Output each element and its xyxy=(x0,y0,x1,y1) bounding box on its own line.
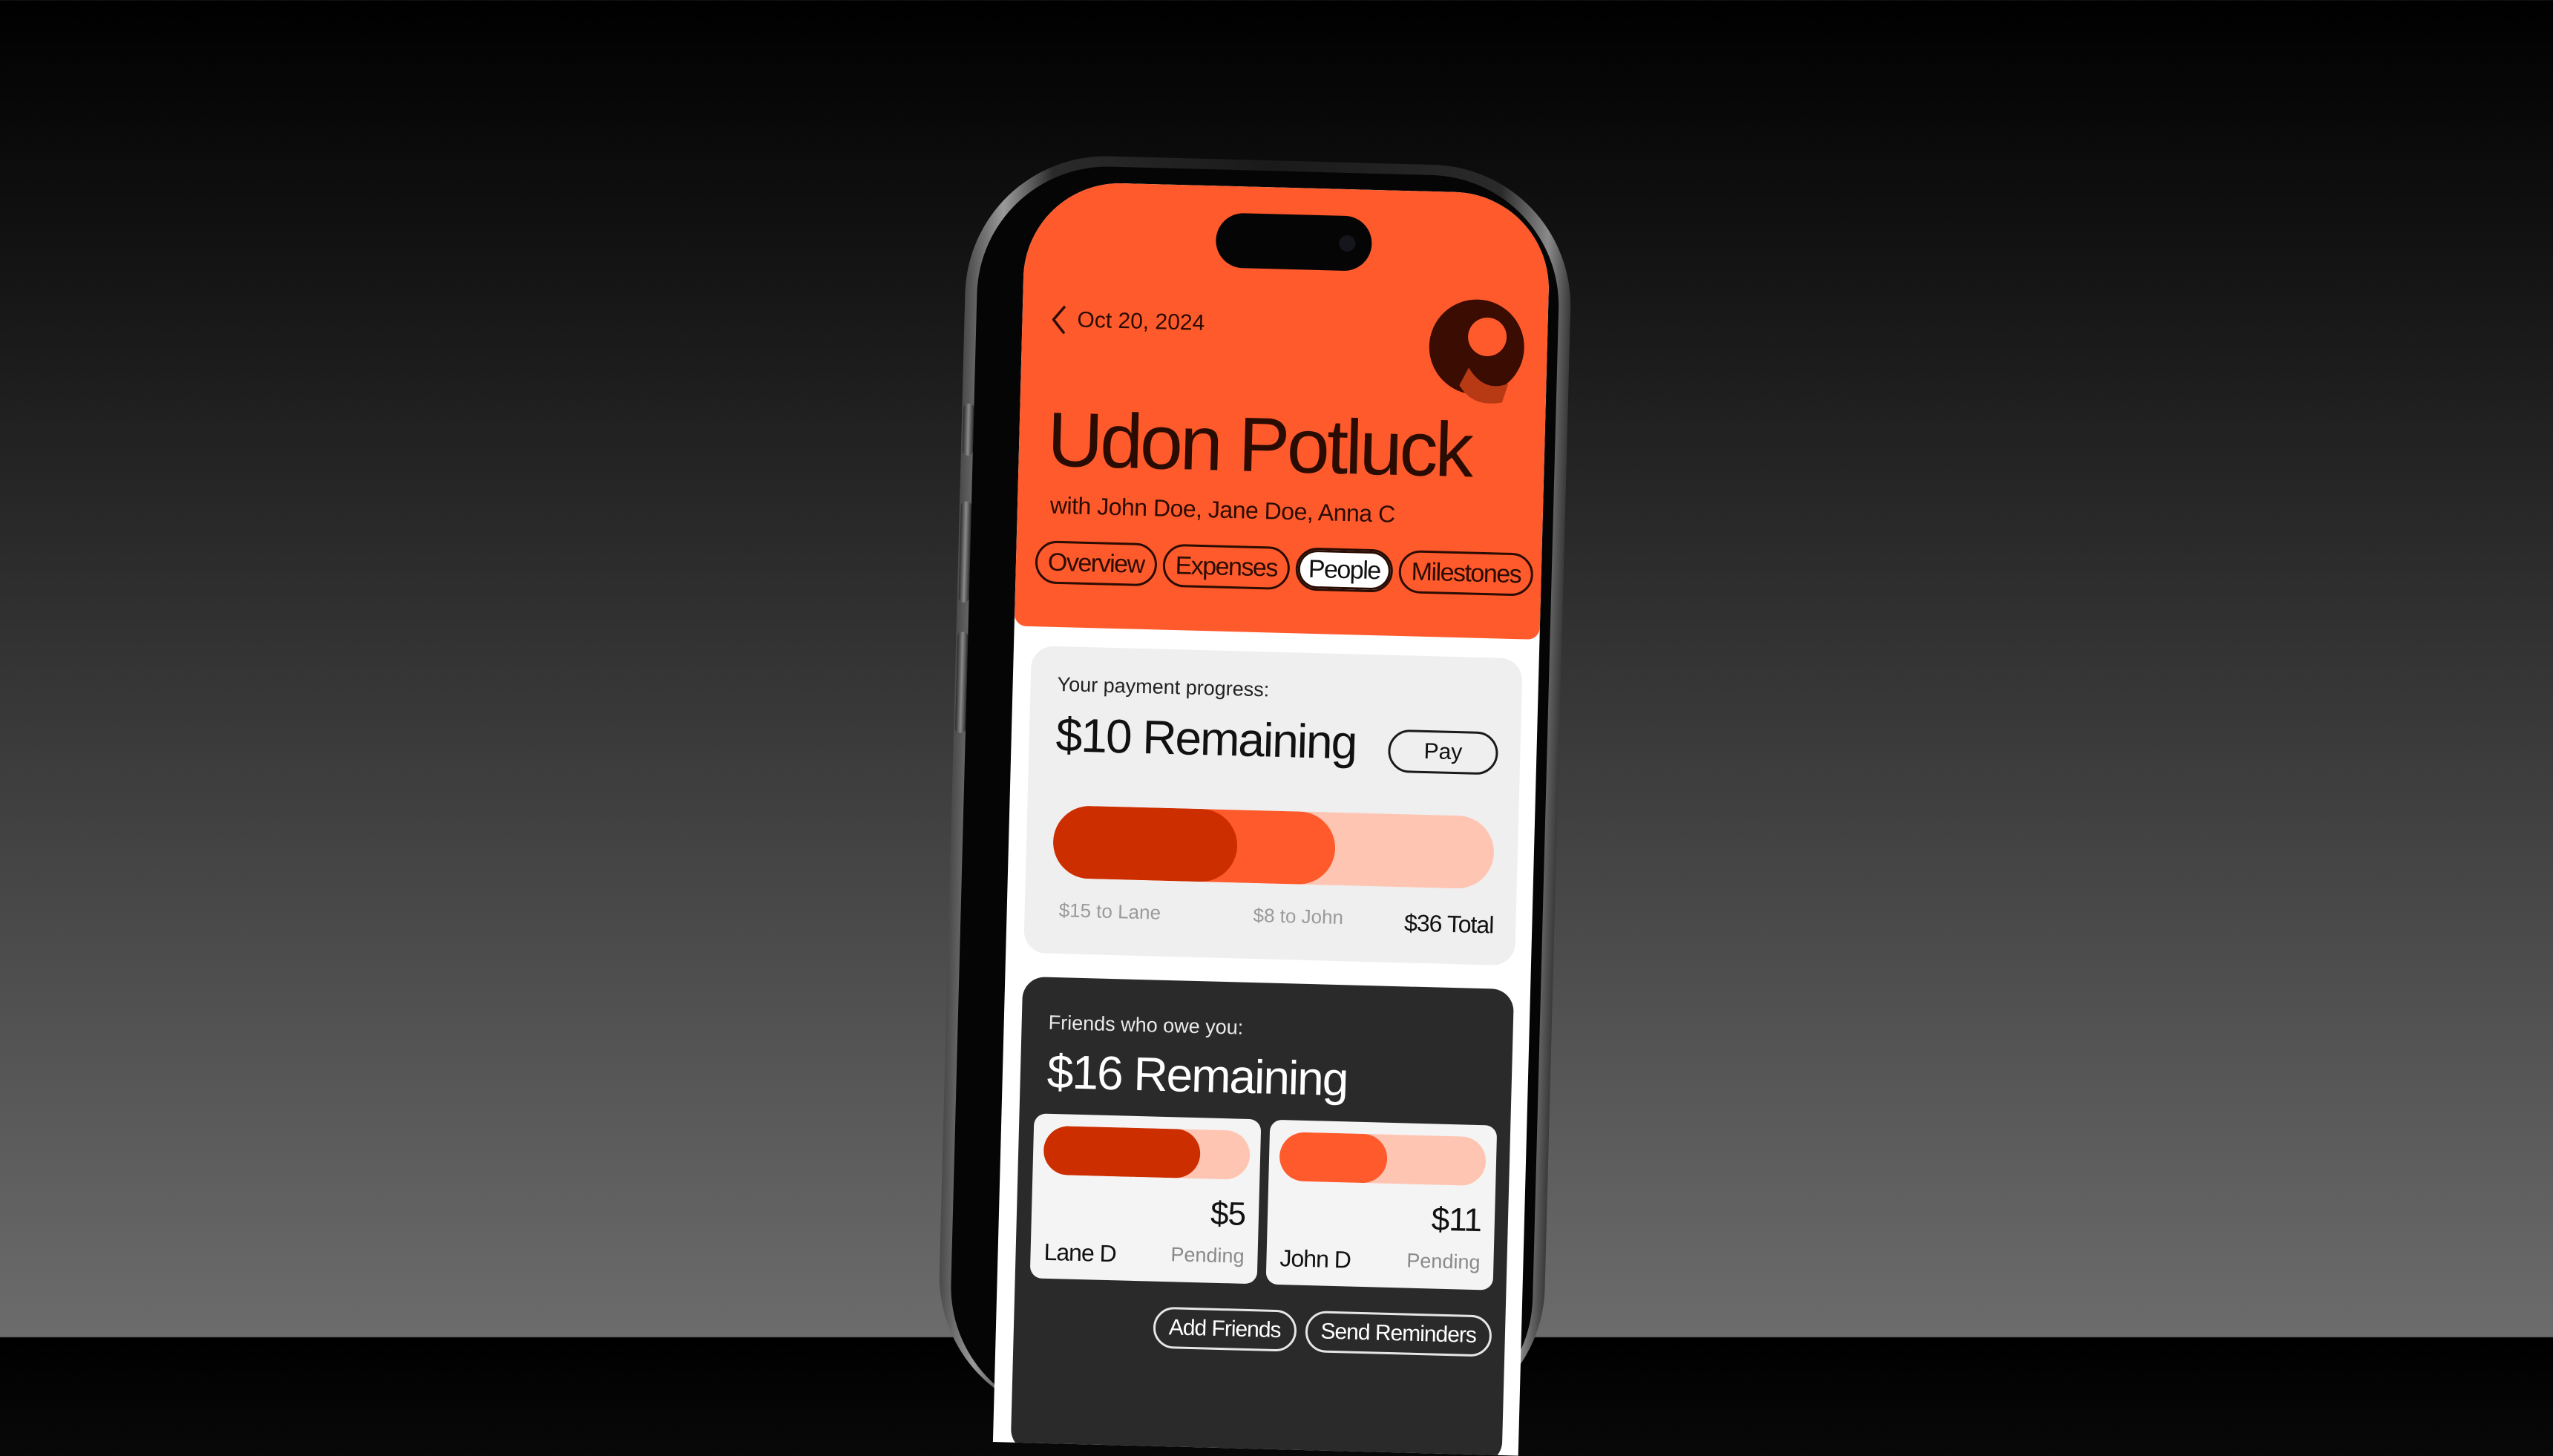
payment-remaining-amount: $10 Remaining xyxy=(1055,707,1357,770)
send-reminders-button[interactable]: Send Reminders xyxy=(1304,1311,1492,1357)
friend-card-john[interactable]: $11 John D Pending xyxy=(1265,1119,1498,1291)
progress-segment-lane xyxy=(1052,804,1238,883)
payment-progress-bar xyxy=(1052,804,1495,890)
add-friends-button[interactable]: Add Friends xyxy=(1153,1306,1297,1352)
participants-subtitle: with John Doe, Jane Doe, Anna C xyxy=(1049,491,1396,528)
event-date: Oct 20, 2024 xyxy=(1077,307,1205,335)
friend-progress-fill xyxy=(1279,1132,1388,1184)
friend-progress-fill xyxy=(1043,1125,1202,1179)
pay-button[interactable]: Pay xyxy=(1387,729,1499,775)
phone-screen: Oct 20, 2024 Udon Potluck with John Doe,… xyxy=(992,180,1552,1456)
payment-progress-card: Your payment progress: $10 Remaining Pay… xyxy=(1023,646,1523,966)
chevron-left-icon[interactable] xyxy=(1050,305,1067,335)
friend-status: Pending xyxy=(1170,1243,1245,1268)
back-button[interactable]: Oct 20, 2024 xyxy=(1050,305,1205,338)
friend-amount: $11 xyxy=(1431,1201,1482,1239)
friends-remaining-amount: $16 Remaining xyxy=(1046,1044,1348,1106)
tab-people[interactable]: People xyxy=(1295,547,1394,593)
friend-card-lane[interactable]: $5 Lane D Pending xyxy=(1029,1113,1262,1285)
friend-progress-bar xyxy=(1043,1125,1251,1180)
friend-status: Pending xyxy=(1406,1249,1481,1274)
app-logo-icon xyxy=(1425,289,1532,411)
friend-name: Lane D xyxy=(1043,1238,1117,1268)
segment-label-lane: $15 to Lane xyxy=(1058,899,1161,924)
phone-frame: Oct 20, 2024 Udon Potluck with John Doe,… xyxy=(935,152,1575,1456)
friend-name: John D xyxy=(1279,1245,1351,1273)
friends-owe-label: Friends who owe you: xyxy=(1048,1011,1244,1039)
tab-milestones[interactable]: Milestones xyxy=(1397,549,1534,597)
friend-actions: Add Friends Send Reminders xyxy=(1153,1306,1492,1357)
friend-amount: $5 xyxy=(1210,1195,1246,1233)
friend-progress-bar xyxy=(1279,1132,1487,1187)
friends-owe-card: Friends who owe you: $16 Remaining $5 La… xyxy=(1010,976,1515,1456)
dynamic-island xyxy=(1215,212,1373,272)
tab-bar: Overview Expenses People Milestones xyxy=(1035,540,1534,597)
page-title: Udon Potluck xyxy=(1046,396,1472,494)
segment-label-john: $8 to John xyxy=(1253,903,1344,929)
payment-progress-label: Your payment progress: xyxy=(1057,672,1270,701)
payment-total: $36 Total xyxy=(1403,909,1494,939)
event-header: Oct 20, 2024 Udon Potluck with John Doe,… xyxy=(1014,180,1552,640)
camera-icon xyxy=(1339,235,1356,252)
tab-expenses[interactable]: Expenses xyxy=(1161,543,1291,591)
tab-overview[interactable]: Overview xyxy=(1035,540,1158,587)
